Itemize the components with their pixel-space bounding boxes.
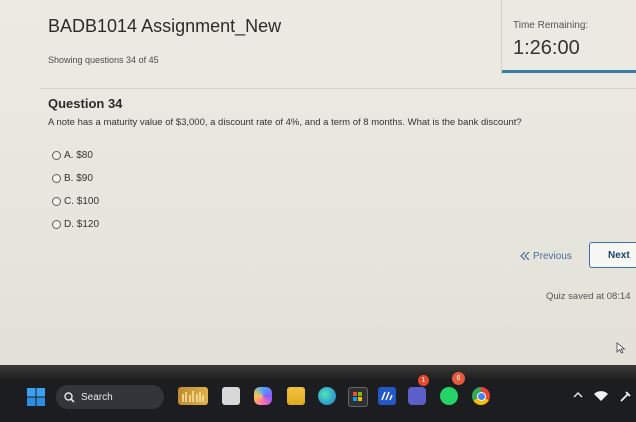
notification-badge: 1 [418, 375, 429, 386]
quiz-header: BADB1014 Assignment_New Showing question… [40, 0, 636, 89]
answer-options: A. $80 B. $90 C. $100 D. $120 [52, 144, 99, 236]
next-label: Next [608, 249, 630, 261]
next-button[interactable]: Next [589, 242, 636, 268]
option-d[interactable]: D. $120 [52, 213, 99, 236]
copilot-app-icon[interactable] [254, 387, 272, 405]
timer-label: Time Remaining: [513, 20, 589, 31]
timer-underline [502, 70, 636, 73]
previous-button[interactable]: Previous [520, 245, 584, 267]
question-panel: Question 34 A note has a maturity value … [48, 96, 548, 128]
option-b[interactable]: B. $90 [52, 167, 99, 190]
search-icon [64, 391, 75, 403]
browser-viewport: BADB1014 Assignment_New Showing question… [0, 0, 636, 365]
mouse-cursor-icon [616, 342, 626, 354]
widgets-glyph-icon [182, 391, 204, 402]
previous-label: Previous [533, 250, 572, 262]
widgets-icon[interactable] [178, 387, 208, 405]
option-label: A. $80 [64, 150, 93, 161]
windows-start-icon[interactable] [27, 388, 45, 406]
option-label: D. $120 [64, 219, 100, 230]
copilot-icon[interactable] [222, 387, 240, 405]
option-a[interactable]: A. $80 [52, 144, 99, 167]
question-heading: Question 34 [48, 96, 123, 111]
app-glyph-icon [381, 391, 393, 401]
radio-button[interactable] [52, 151, 61, 160]
option-c[interactable]: C. $100 [52, 190, 99, 213]
option-label: B. $90 [64, 173, 93, 184]
radio-button[interactable] [52, 174, 61, 183]
chrome-center-icon [476, 391, 486, 401]
chrome-icon[interactable] [472, 387, 490, 405]
pen-icon[interactable] [619, 391, 631, 403]
teams-icon[interactable] [408, 387, 426, 405]
radio-button[interactable] [52, 220, 61, 229]
search-label: Search [81, 391, 113, 403]
taskbar-search[interactable]: Search [56, 385, 164, 409]
app-icon[interactable] [378, 387, 396, 405]
store-icon[interactable] [348, 387, 368, 407]
tray-chevron-icon[interactable] [573, 391, 583, 399]
page-title: BADB1014 Assignment_New [48, 16, 282, 36]
chrome-badge: 6 [452, 372, 465, 385]
option-label: C. $100 [64, 196, 100, 207]
wifi-icon[interactable] [594, 391, 608, 401]
timer-panel: Time Remaining: 1:26:00 [501, 0, 636, 74]
quiz-saved-status: Quiz saved at 08:14 [546, 291, 631, 302]
whatsapp-icon[interactable] [440, 387, 458, 405]
monitor-bezel [0, 365, 636, 378]
question-text: A note has a maturity value of $3,000, a… [48, 117, 522, 128]
taskbar: Search 1 6 [0, 372, 636, 422]
store-glyph-icon [353, 392, 362, 401]
timer-value: 1:26:00 [513, 37, 580, 59]
double-chevron-left-icon [520, 252, 530, 260]
edge-icon[interactable] [318, 387, 336, 405]
radio-button[interactable] [52, 197, 61, 206]
question-count: Showing questions 34 of 45 [48, 55, 159, 65]
file-explorer-icon[interactable] [287, 387, 305, 405]
